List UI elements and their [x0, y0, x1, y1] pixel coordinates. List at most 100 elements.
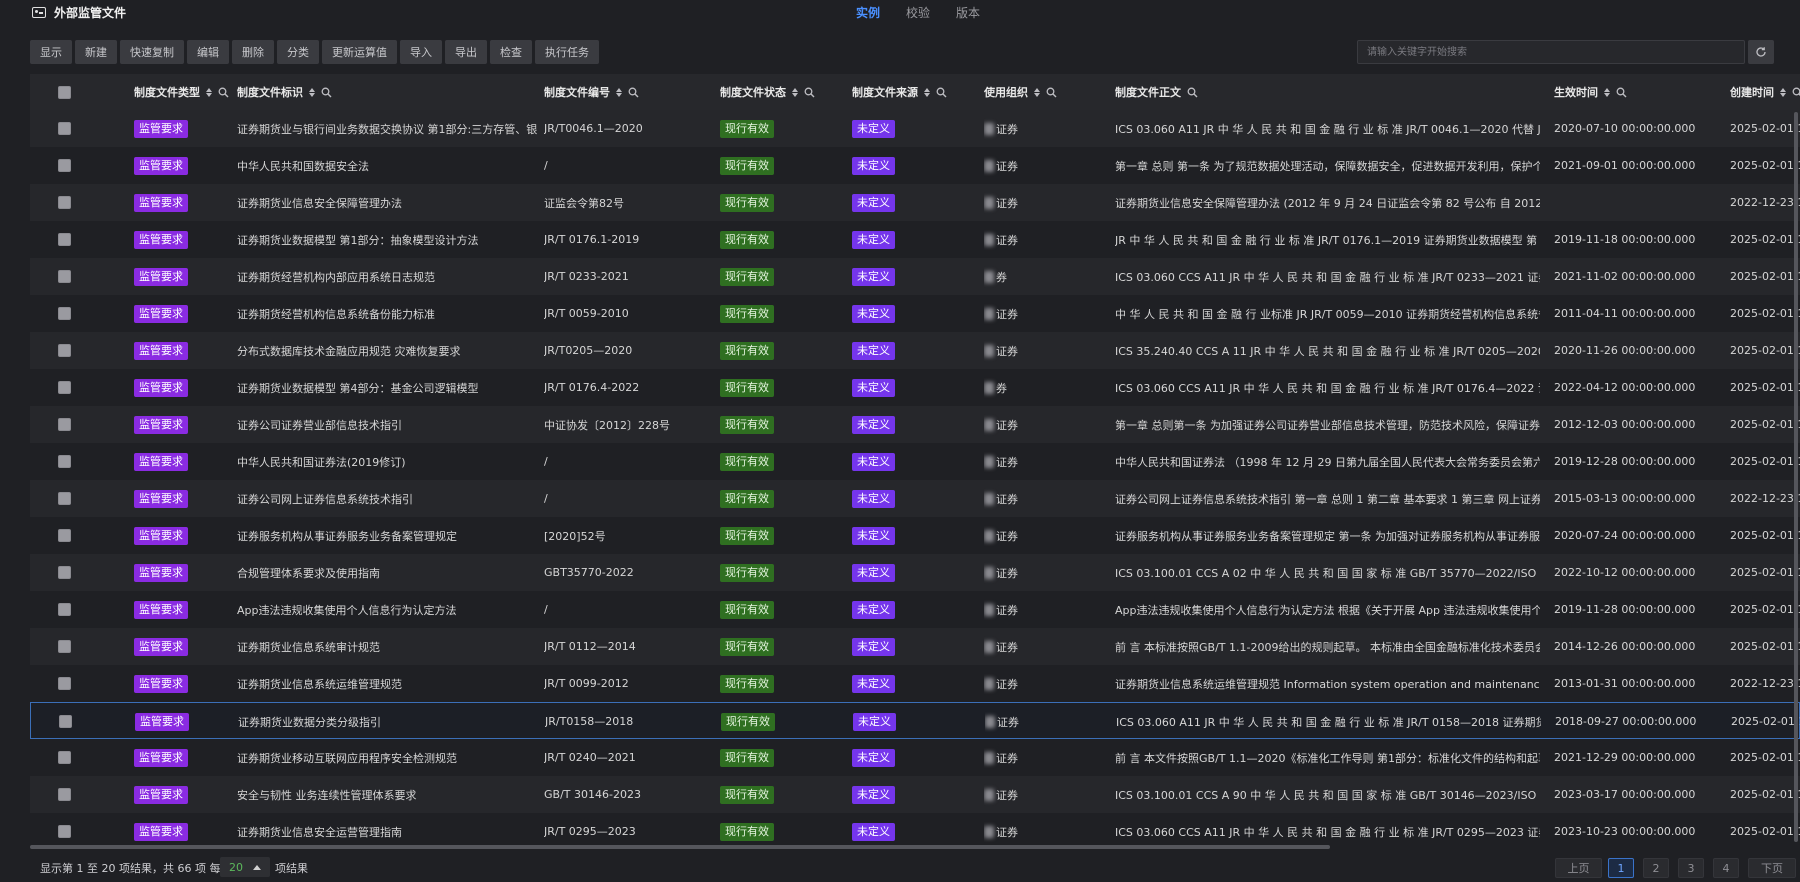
- sort-icon[interactable]: [1604, 87, 1610, 97]
- column-header-name[interactable]: 制度文件标识: [237, 74, 332, 110]
- search-icon[interactable]: [1046, 87, 1057, 98]
- update-computed-button[interactable]: 更新运算值: [322, 40, 397, 64]
- cell-text: GBT35770-2022: [544, 566, 634, 579]
- tab-validation[interactable]: 校验: [906, 4, 930, 21]
- row-checkbox[interactable]: [58, 640, 71, 653]
- table-row[interactable]: 监管要求 证券期货业与银行间业务数据交换协议 第1部分:三方存管、银... JR/T…: [30, 110, 1800, 147]
- column-header-body[interactable]: 制度文件正文: [1115, 74, 1198, 110]
- import-button[interactable]: 导入: [400, 40, 442, 64]
- table-row[interactable]: 监管要求 证券服务机构从事证券服务业务备案管理规定 [2020]52号 现行有效 未定义…: [30, 517, 1800, 554]
- search-icon[interactable]: [936, 87, 947, 98]
- row-checkbox[interactable]: [58, 196, 71, 209]
- row-checkbox[interactable]: [58, 825, 71, 838]
- search-icon[interactable]: [1616, 87, 1627, 98]
- column-header-effective-time[interactable]: 生效时间: [1554, 74, 1627, 110]
- table-row[interactable]: 监管要求 证券期货业数据模型 第4部分：基金公司逻辑模型 JR/T 0176.4-2…: [30, 369, 1800, 406]
- row-checkbox[interactable]: [58, 677, 71, 690]
- table-row[interactable]: 监管要求 安全与韧性 业务连续性管理体系要求 GB/T 30146-2023 现行有效…: [30, 776, 1800, 813]
- horizontal-scrollbar[interactable]: [30, 845, 1330, 849]
- page-size-select[interactable]: 20: [220, 857, 270, 877]
- row-checkbox[interactable]: [58, 122, 71, 135]
- sort-icon[interactable]: [616, 87, 622, 97]
- org-text: 证券: [996, 640, 1018, 654]
- search-icon[interactable]: [218, 87, 229, 98]
- column-header-created-time[interactable]: 创建时间: [1730, 74, 1800, 110]
- page-2-button[interactable]: 2: [1643, 858, 1669, 878]
- new-button[interactable]: 新建: [75, 40, 117, 64]
- classify-button[interactable]: 分类: [277, 40, 319, 64]
- column-header-type[interactable]: 制度文件类型: [134, 74, 229, 110]
- row-checkbox[interactable]: [58, 381, 71, 394]
- search-input[interactable]: [1357, 40, 1745, 64]
- sort-icon[interactable]: [792, 87, 798, 97]
- sort-icon[interactable]: [206, 87, 212, 97]
- table-row[interactable]: 监管要求 中华人民共和国数据安全法 / 现行有效 未定义 证券 第一章 总则 第一条 为了规…: [30, 147, 1800, 184]
- cell-body: 第一章 总则 第一条 为了规范数据处理活动，保障数据安全，促进数据开发利用，保护…: [1115, 147, 1540, 184]
- cell-name: 证券期货业数据分类分级指引: [238, 703, 538, 740]
- row-checkbox[interactable]: [58, 307, 71, 320]
- check-button[interactable]: 检查: [490, 40, 532, 64]
- cell-effective-time: 2020-11-26 00:00:00.000: [1554, 332, 1724, 369]
- table-row[interactable]: 监管要求 App违法违规收集使用个人信息行为认定方法 / 现行有效 未定义 证券 App违法…: [30, 591, 1800, 628]
- table-row[interactable]: 监管要求 证券期货业信息系统审计规范 JR/T 0112—2014 现行有效 未定义 证券…: [30, 628, 1800, 665]
- page-1-button[interactable]: 1: [1608, 858, 1634, 878]
- edit-button[interactable]: 编辑: [187, 40, 229, 64]
- row-checkbox[interactable]: [58, 159, 71, 172]
- quick-copy-button[interactable]: 快速复制: [120, 40, 184, 64]
- table-row[interactable]: 监管要求 证券期货经营机构信息系统备份能力标准 JR/T 0059-2010 现行有效…: [30, 295, 1800, 332]
- sort-icon[interactable]: [309, 87, 315, 97]
- row-checkbox[interactable]: [58, 751, 71, 764]
- table-row[interactable]: 监管要求 合规管理体系要求及使用指南 GBT35770-2022 现行有效 未定义 证券 I…: [30, 554, 1800, 591]
- search-icon[interactable]: [628, 87, 639, 98]
- column-header-org[interactable]: 使用组织: [984, 74, 1057, 110]
- sort-icon[interactable]: [1034, 87, 1040, 97]
- cell-text: 证监会令第82号: [544, 196, 624, 210]
- column-header-status[interactable]: 制度文件状态: [720, 74, 815, 110]
- row-checkbox[interactable]: [58, 344, 71, 357]
- table-row[interactable]: 监管要求 证券期货业移动互联网应用程序安全检测规范 JR/T 0240—2021 现行…: [30, 739, 1800, 776]
- row-checkbox[interactable]: [59, 715, 72, 728]
- next-page-button[interactable]: 下页: [1748, 858, 1796, 878]
- page-3-button[interactable]: 3: [1678, 858, 1704, 878]
- page-4-button[interactable]: 4: [1713, 858, 1739, 878]
- table-row[interactable]: 监管要求 证券期货业数据模型 第1部分：抽象模型设计方法 JR/T 0176.1-2…: [30, 221, 1800, 258]
- export-button[interactable]: 导出: [445, 40, 487, 64]
- row-checkbox[interactable]: [58, 418, 71, 431]
- table-row[interactable]: 监管要求 证券期货经营机构内部应用系统日志规范 JR/T 0233-2021 现行有效…: [30, 258, 1800, 295]
- table-row[interactable]: 监管要求 证券公司网上证券信息系统技术指引 / 现行有效 未定义 证券 证券公司网上证券信息…: [30, 480, 1800, 517]
- table-row[interactable]: 监管要求 证券期货业数据分类分级指引 JR/T0158—2018 现行有效 未定义 证券 I…: [30, 702, 1800, 739]
- row-checkbox[interactable]: [58, 529, 71, 542]
- row-checkbox[interactable]: [58, 270, 71, 283]
- cell-text: 2020-07-24 00:00:00.000: [1554, 529, 1696, 542]
- prev-page-button[interactable]: 上页: [1555, 858, 1602, 878]
- row-checkbox[interactable]: [58, 492, 71, 505]
- column-header-number[interactable]: 制度文件编号: [544, 74, 639, 110]
- sort-icon[interactable]: [1780, 87, 1786, 97]
- table-row[interactable]: 监管要求 分布式数据库技术金融应用规范 灾难恢复要求 JR/T0205—2020 现行…: [30, 332, 1800, 369]
- vertical-scrollbar[interactable]: [1794, 112, 1798, 842]
- sort-icon[interactable]: [924, 87, 930, 97]
- tab-version[interactable]: 版本: [956, 4, 980, 21]
- run-task-button[interactable]: 执行任务: [535, 40, 599, 64]
- row-checkbox[interactable]: [58, 455, 71, 468]
- cell-status: 现行有效: [720, 221, 840, 258]
- search-icon[interactable]: [804, 87, 815, 98]
- row-checkbox[interactable]: [58, 788, 71, 801]
- search-icon[interactable]: [1187, 87, 1198, 98]
- cell-body: 证券公司网上证券信息系统技术指引 第一章 总则 1 第二章 基本要求 1 第三章…: [1115, 480, 1540, 517]
- refresh-button[interactable]: [1748, 40, 1774, 64]
- table-row[interactable]: 监管要求 证券期货业信息系统运维管理规范 JR/T 0099-2012 现行有效 未定义…: [30, 665, 1800, 702]
- delete-button[interactable]: 删除: [232, 40, 274, 64]
- table-row[interactable]: 监管要求 证券期货业信息安全保障管理办法 证监会令第82号 现行有效 未定义 证券 证券期货…: [30, 184, 1800, 221]
- select-all-checkbox[interactable]: [58, 86, 71, 99]
- table-row[interactable]: 监管要求 证券公司证券营业部信息技术指引 中证协发〔2012〕228号 现行有效 未定义…: [30, 406, 1800, 443]
- table-row[interactable]: 监管要求 中华人民共和国证券法(2019修订) / 现行有效 未定义 证券 中华人民共和国证…: [30, 443, 1800, 480]
- tab-instance[interactable]: 实例: [856, 4, 880, 21]
- show-button[interactable]: 显示: [30, 40, 72, 64]
- column-header-source[interactable]: 制度文件来源: [852, 74, 947, 110]
- row-checkbox[interactable]: [58, 566, 71, 579]
- row-checkbox[interactable]: [58, 233, 71, 246]
- search-icon[interactable]: [321, 87, 332, 98]
- row-checkbox[interactable]: [58, 603, 71, 616]
- search-icon[interactable]: [1792, 87, 1800, 98]
